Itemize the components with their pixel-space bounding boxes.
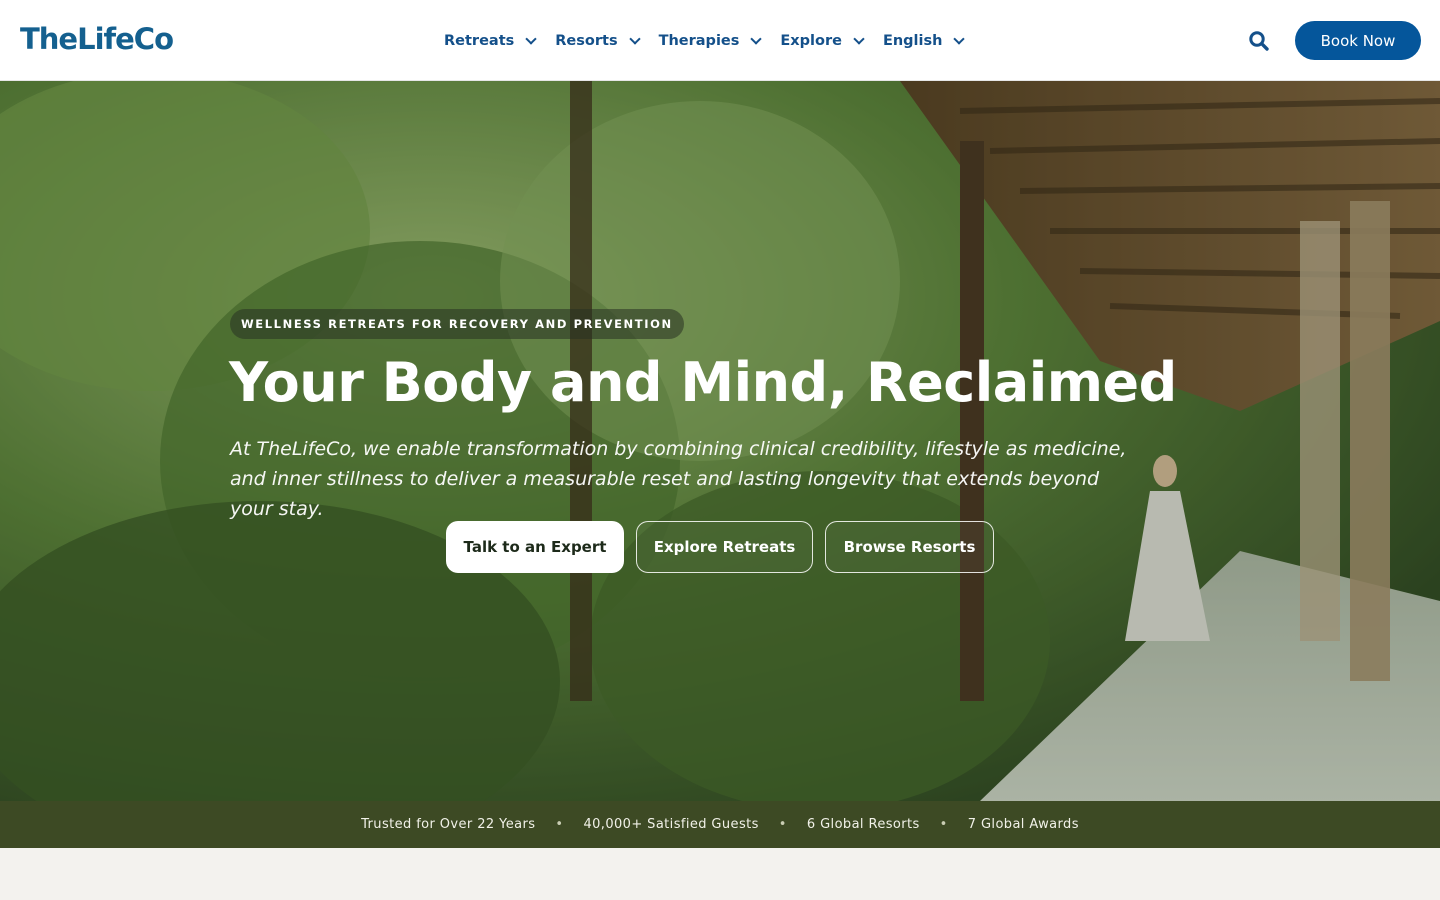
stat-separator: • xyxy=(939,817,948,832)
nav-therapies[interactable]: Therapies xyxy=(658,33,763,49)
explore-retreats-button[interactable]: Explore Retreats xyxy=(636,521,813,573)
browse-resorts-button[interactable]: Browse Resorts xyxy=(825,521,994,573)
trust-stats-bar: Trusted for Over 22 Years • 40,000+ Sati… xyxy=(0,801,1440,848)
chevron-down-icon xyxy=(750,33,763,45)
nav-resorts[interactable]: Resorts xyxy=(555,33,641,49)
language-label: English xyxy=(882,33,943,49)
logo[interactable]: TheLifeCo xyxy=(20,22,174,56)
book-now-button[interactable]: Book Now xyxy=(1295,21,1421,60)
stat-awards: 7 Global Awards xyxy=(967,817,1079,832)
nav-retreats[interactable]: Retreats xyxy=(444,33,537,49)
stat-years: Trusted for Over 22 Years xyxy=(361,817,536,832)
language-select[interactable]: English xyxy=(882,33,966,49)
nav-retreats-label: Retreats xyxy=(444,33,515,49)
stat-separator: • xyxy=(555,817,564,832)
hero-subtext: At TheLifeCo, we enable transformation b… xyxy=(230,438,1127,520)
chevron-down-icon xyxy=(525,33,537,45)
chevron-down-icon xyxy=(628,33,641,45)
hero-headline: Your Body and Mind, Reclaimed xyxy=(229,351,1177,414)
next-section xyxy=(0,848,1440,900)
nav-therapies-label: Therapies xyxy=(658,33,740,49)
nav-explore[interactable]: Explore xyxy=(780,33,865,49)
stat-resorts: 6 Global Resorts xyxy=(806,817,920,832)
main-nav: Retreats Resorts Therapies Explore Engli… xyxy=(444,29,983,53)
hero: WELLNESS RETREATS FOR RECOVERY AND PREVE… xyxy=(0,81,1440,801)
stat-guests: 40,000+ Satisfied Guests xyxy=(583,817,759,832)
talk-to-expert-button[interactable]: Talk to an Expert xyxy=(446,521,624,573)
chevron-down-icon xyxy=(853,33,865,45)
nav-explore-label: Explore xyxy=(780,33,842,49)
search-icon[interactable] xyxy=(1248,30,1270,52)
hero-eyebrow: WELLNESS RETREATS FOR RECOVERY AND PREVE… xyxy=(230,309,684,339)
stat-separator: • xyxy=(778,817,787,832)
site-header: TheLifeCo Retreats Resorts Therapies Exp… xyxy=(0,0,1440,81)
chevron-down-icon xyxy=(953,33,966,45)
nav-resorts-label: Resorts xyxy=(555,33,618,49)
